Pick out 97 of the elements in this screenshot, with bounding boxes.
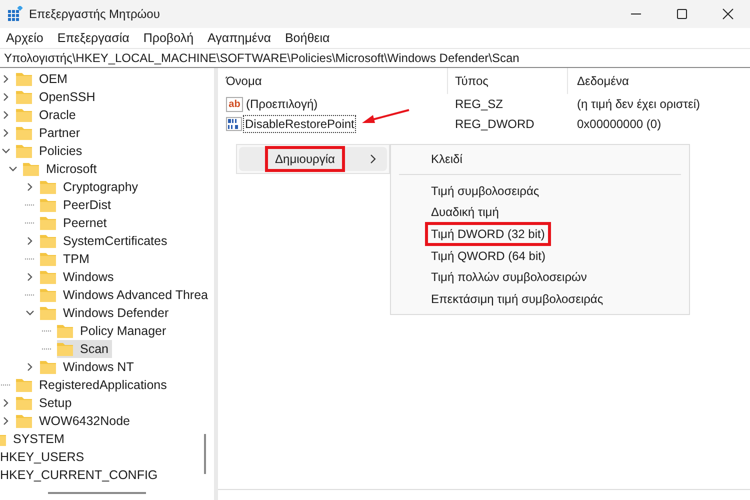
close-icon[interactable] xyxy=(722,8,734,20)
menu-item[interactable]: Επεκτάσιμη τιμή συμβολοσειράς xyxy=(425,286,610,311)
folder-icon xyxy=(40,216,56,230)
table-cell-text: REG_SZ xyxy=(454,97,504,111)
folder-icon xyxy=(40,270,56,284)
column-header[interactable]: Τύπος xyxy=(448,68,568,94)
table-cell-text: REG_DWORD xyxy=(454,117,536,131)
folder-icon xyxy=(23,162,39,176)
binary-value-icon xyxy=(226,116,242,132)
chevron-icon[interactable] xyxy=(26,183,34,191)
menu-item-label: Δημιουργία xyxy=(265,146,345,172)
chevron-icon[interactable] xyxy=(26,363,34,371)
column-header[interactable]: Όνομα xyxy=(218,68,448,94)
table-cell-text: (η τιμή δεν έχει οριστεί) xyxy=(576,97,700,111)
chevron-icon[interactable] xyxy=(2,93,10,101)
tree-item[interactable]: OEM xyxy=(16,70,70,88)
tree-item[interactable]: Windows xyxy=(40,268,117,286)
folder-icon xyxy=(16,396,32,410)
folder-icon xyxy=(40,306,56,320)
menu-item[interactable]: Βοήθεια xyxy=(284,31,330,45)
folder-icon xyxy=(16,108,32,122)
menu-item[interactable]: Κλειδί xyxy=(425,146,468,171)
menu-item[interactable]: Τιμή συμβολοσειράς xyxy=(425,178,546,203)
tree-item[interactable]: Oracle xyxy=(16,106,79,124)
folder-icon xyxy=(16,144,32,158)
menu-item[interactable]: Αρχείο xyxy=(6,31,44,45)
folder-icon xyxy=(57,324,73,338)
menu-item[interactable]: Τιμή DWORD (32 bit) xyxy=(425,222,551,246)
tree-line xyxy=(42,330,52,332)
chevron-icon xyxy=(369,154,377,164)
tree-item[interactable]: Partner xyxy=(16,124,83,142)
folder-icon xyxy=(16,90,32,104)
value-name[interactable]: DisableRestorePoint xyxy=(243,115,356,133)
tree-item[interactable]: RegisteredApplications xyxy=(16,376,170,394)
tree-item[interactable]: SYSTEM xyxy=(0,430,68,448)
tree-line xyxy=(42,348,52,350)
tree-item[interactable]: PeerDist xyxy=(40,196,114,214)
folder-icon xyxy=(16,126,32,140)
menu-item[interactable]: Δυαδική τιμή xyxy=(425,200,505,224)
tree-item[interactable]: TPM xyxy=(40,250,92,268)
tree-item[interactable]: Policies xyxy=(16,142,86,160)
chevron-icon[interactable] xyxy=(26,237,34,245)
folder-icon xyxy=(40,198,56,212)
chevron-icon[interactable] xyxy=(9,165,17,173)
window-title: Επεξεργαστής Μητρώου xyxy=(29,7,160,21)
column-header[interactable]: Δεδομένα xyxy=(568,68,629,94)
folder-icon xyxy=(40,234,56,248)
folder-icon xyxy=(40,360,56,374)
menu-item[interactable]: Επεξεργασία xyxy=(57,31,130,45)
folder-icon xyxy=(0,432,6,446)
tree-item[interactable]: OpenSSH xyxy=(16,88,98,106)
maximize-icon[interactable] xyxy=(676,8,688,20)
tree-item[interactable]: Cryptography xyxy=(40,178,142,196)
tree-item[interactable]: HKEY_USERS xyxy=(0,448,88,466)
tree-line xyxy=(25,258,35,260)
folder-icon xyxy=(40,180,56,194)
address-field[interactable]: Υπολογιστής\HKEY_LOCAL_MACHINE\SOFTWARE\Policies\Microsoft\Windows Defender\Scan xyxy=(0,48,750,68)
chevron-icon[interactable] xyxy=(26,309,34,317)
tree-line xyxy=(1,384,11,386)
folder-icon xyxy=(40,288,56,302)
folder-icon xyxy=(16,72,32,86)
tree-line xyxy=(25,294,35,296)
chevron-icon[interactable] xyxy=(2,147,10,155)
menu-item[interactable]: Τιμή πολλών συμβολοσειρών xyxy=(425,265,593,290)
scrollbar[interactable] xyxy=(48,492,146,494)
string-value-icon: ab xyxy=(226,96,243,112)
chevron-icon[interactable] xyxy=(2,129,10,137)
menu-item[interactable]: Δημιουργία xyxy=(239,147,387,171)
chevron-icon[interactable] xyxy=(2,417,10,425)
tree-item[interactable]: SystemCertificates xyxy=(40,232,170,250)
tree-item[interactable]: Windows Defender xyxy=(40,304,172,322)
chevron-icon[interactable] xyxy=(2,75,10,83)
tree-line xyxy=(25,222,35,224)
menu-item[interactable]: Τιμή QWORD (64 bit) xyxy=(425,244,552,268)
registry-icon xyxy=(7,6,23,22)
tree-item[interactable]: Windows NT xyxy=(40,358,137,376)
tree-item[interactable]: HKEY_CURRENT_CONFIG xyxy=(0,466,161,484)
chevron-icon[interactable] xyxy=(2,399,10,407)
tree-item[interactable]: Setup xyxy=(16,394,75,412)
folder-icon xyxy=(16,378,32,392)
folder-icon xyxy=(57,342,73,356)
tree-item[interactable]: Microsoft xyxy=(23,160,100,178)
tree-item[interactable]: WOW6432Node xyxy=(16,412,134,430)
tree-item[interactable]: Scan xyxy=(57,340,112,358)
tree-item[interactable]: Policy Manager xyxy=(57,322,170,340)
folder-icon xyxy=(16,414,32,428)
value-name[interactable]: (Προεπιλογή) xyxy=(244,95,320,113)
tree-item[interactable]: Peernet xyxy=(40,214,110,232)
table-cell-text: 0x00000000 (0) xyxy=(576,117,662,131)
tree-item[interactable]: Windows Advanced Threa xyxy=(40,286,211,304)
menu-item[interactable]: Αγαπημένα xyxy=(208,31,271,45)
folder-icon xyxy=(40,252,56,266)
scrollbar[interactable] xyxy=(204,434,206,474)
menu-item[interactable]: Προβολή xyxy=(143,31,194,45)
chevron-icon[interactable] xyxy=(2,111,10,119)
chevron-icon[interactable] xyxy=(26,273,34,281)
tree-line xyxy=(25,204,35,206)
